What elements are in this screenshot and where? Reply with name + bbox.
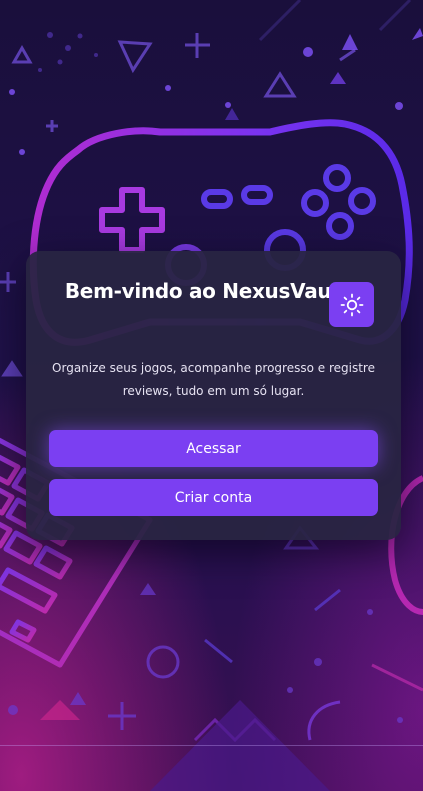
theme-toggle-button[interactable] <box>329 282 374 327</box>
signup-button[interactable]: Criar conta <box>49 479 378 516</box>
sun-icon <box>340 293 363 316</box>
welcome-description: Organize seus jogos, acompanhe progresso… <box>52 361 375 398</box>
login-button[interactable]: Acessar <box>49 430 378 467</box>
welcome-screen: Bem-vindo ao NexusVault Organize seus jo… <box>0 0 423 791</box>
welcome-card: Bem-vindo ao NexusVault Organize seus jo… <box>26 251 401 540</box>
welcome-title: Bem-vindo ao NexusVault <box>64 279 348 303</box>
bottom-divider <box>0 745 423 746</box>
